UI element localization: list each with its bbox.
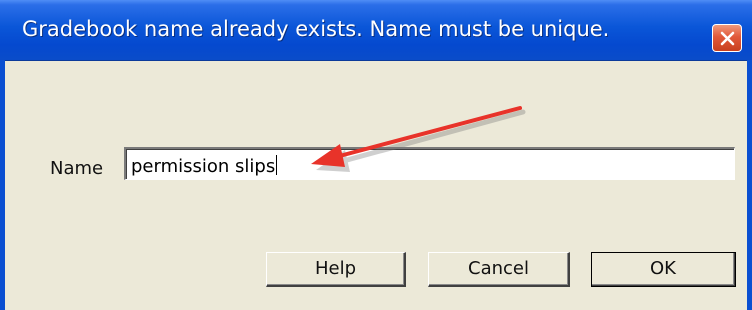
dialog-window: Gradebook name already exists. Name must…	[0, 0, 752, 310]
annotation-arrow	[311, 106, 526, 172]
